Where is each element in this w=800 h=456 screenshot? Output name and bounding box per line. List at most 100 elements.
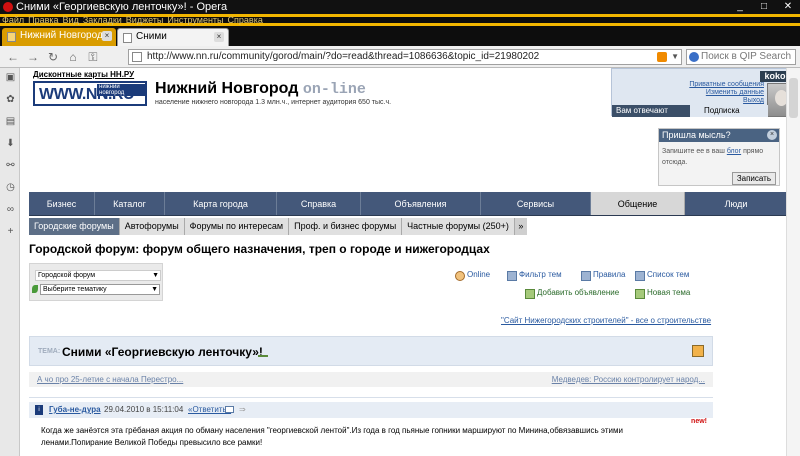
site-name: Нижний Новгород on-line <box>155 80 366 98</box>
tab-current-topic[interactable]: Сними 'Георгиевску... × <box>117 28 229 58</box>
forward-icon[interactable]: → <box>26 50 40 64</box>
menu-tools[interactable]: Инструменты <box>167 16 223 25</box>
bookmarks-panel-icon[interactable]: ▣ <box>5 72 16 83</box>
tab-auto-forums[interactable]: Автофорумы <box>119 218 185 235</box>
topic-list-link[interactable]: Список тем <box>635 270 689 281</box>
site-logo[interactable]: WWW.NN.RU нижний новгород <box>33 81 147 106</box>
notes-panel-icon[interactable]: ▤ <box>5 116 16 127</box>
idea-title: Пришла мысль? × <box>659 129 779 142</box>
tab-private-forums[interactable]: Частные форумы (250+) <box>402 218 515 235</box>
maximize-button[interactable]: □ <box>752 0 776 14</box>
chevron-down-icon[interactable]: ▼ <box>671 50 679 64</box>
url-text: http://www.nn.ru/community/gorod/main/?d… <box>147 51 540 62</box>
post-author[interactable]: Губа-не-дура <box>49 402 101 418</box>
minimize-button[interactable]: _ <box>728 0 752 14</box>
tab-close-icon[interactable]: × <box>102 31 112 41</box>
rank-icon: i <box>35 405 43 415</box>
address-toolbar: ← → ↻ ⌂ ⚿ http://www.nn.ru/community/gor… <box>0 46 800 68</box>
idea-text: Запишите ее в ваш блог прямо отсюда. <box>662 148 764 166</box>
history-panel-icon[interactable]: ◷ <box>5 182 16 193</box>
transfers-panel-icon[interactable]: ∞ <box>5 204 16 215</box>
post-meta: i Губа-не-дура 29.04.2010 в 15:11:04 «От… <box>29 402 713 418</box>
page-icon <box>123 33 132 43</box>
topic-header: ТЕМА: Сними «Георгиевскую ленточку»! <box>29 336 713 366</box>
tab-bar: Нижний Новгород О... × Сними 'Георгиевск… <box>0 26 800 58</box>
more-tabs-button[interactable]: » <box>514 218 527 235</box>
page-icon <box>132 52 142 62</box>
tab-close-icon[interactable]: × <box>214 32 224 42</box>
forum-select[interactable]: Городской форум ▼ <box>35 270 161 281</box>
nav-item[interactable]: Общение <box>591 192 685 215</box>
widgets-panel-icon[interactable]: ✿ <box>5 94 16 105</box>
reload-icon[interactable]: ↻ <box>46 50 60 64</box>
tab-business-forums[interactable]: Проф. и бизнес форумы <box>289 218 403 235</box>
people-icon <box>258 349 268 357</box>
filter-topics-link[interactable]: Фильтр тем <box>507 270 562 281</box>
main-nav: Бизнес Каталог Карта города Справка Объявлен… <box>29 192 788 216</box>
prev-topic-link[interactable]: А чо про 25-летие с начала Перестро... <box>37 372 183 387</box>
window-titlebar: Сними «Георгиевскую ленточку»! - Opera _… <box>0 0 800 14</box>
add-ad-link[interactable]: Добавить объявление <box>525 288 619 299</box>
nav-item[interactable]: Объявления <box>361 192 481 215</box>
blog-idea-box: Пришла мысль? × Запишите ее в ваш блог п… <box>658 128 780 186</box>
user-tabs: Вам отвечают Подписка <box>612 105 768 117</box>
search-engine-icon <box>689 52 699 62</box>
write-button[interactable]: Записать <box>731 172 776 185</box>
nav-item[interactable]: Карта города <box>165 192 277 215</box>
menu-file[interactable]: Файл <box>2 16 24 25</box>
home-icon[interactable]: ⌂ <box>66 50 80 64</box>
menu-help[interactable]: Справка <box>228 16 263 25</box>
nav-item[interactable]: Справка <box>277 192 361 215</box>
menu-widgets[interactable]: Виджеты <box>126 16 164 25</box>
blog-link[interactable]: блог <box>727 148 741 155</box>
private-messages-link[interactable]: Приватные сообщения <box>689 81 764 88</box>
builders-site-link[interactable]: "Сайт Нижегородских строителей" - все о … <box>501 316 711 325</box>
online-link[interactable]: Online <box>455 270 490 281</box>
web-page: Дисконтные карты НН.РУ WWW.NN.RU нижний … <box>21 68 800 456</box>
search-input[interactable]: Поиск в QIP Search <box>686 49 796 65</box>
post-body: Когда же занёэтся эта грёбаная акция по … <box>41 426 623 447</box>
topic-navigation: А чо про 25-летие с начала Перестро... М… <box>29 372 713 387</box>
nav-item[interactable]: Сервисы <box>481 192 591 215</box>
downloads-panel-icon[interactable]: ⬇ <box>5 138 16 149</box>
add-panel-icon[interactable]: + <box>5 226 16 237</box>
nav-item[interactable]: Бизнес <box>29 192 95 215</box>
key-icon[interactable]: ⚿ <box>86 50 100 64</box>
menu-view[interactable]: Вид <box>63 16 79 25</box>
close-button[interactable]: ✕ <box>776 0 800 14</box>
logo-tag: нижний новгород <box>97 84 145 96</box>
leaf-icon <box>32 285 38 293</box>
tab-answers[interactable]: Вам отвечают <box>612 105 690 117</box>
rules-link[interactable]: Правила <box>581 270 625 281</box>
menu-bar: Файл Правка Вид Закладки Виджеты Инструм… <box>0 14 800 26</box>
scrollbar-thumb[interactable] <box>789 78 798 118</box>
close-icon[interactable]: × <box>767 130 777 140</box>
page-scrollbar[interactable] <box>786 68 800 456</box>
topic-select[interactable]: Выберите тематику ▼ <box>40 284 160 295</box>
menu-edit[interactable]: Правка <box>28 16 58 25</box>
nav-item[interactable]: Люди <box>685 192 788 215</box>
home-icon[interactable] <box>692 345 704 357</box>
tab-interest-forums[interactable]: Форумы по интересам <box>184 218 290 235</box>
back-icon[interactable]: ← <box>6 50 20 64</box>
page-icon <box>7 32 16 42</box>
topic-label: ТЕМА: <box>38 348 61 355</box>
logout-link[interactable]: Выход <box>743 97 764 104</box>
next-topic-link[interactable]: Медведев: Россию контролирует народ... <box>552 372 705 387</box>
mail-icon[interactable] <box>225 406 234 413</box>
rss-icon[interactable] <box>657 52 667 62</box>
post-date: 29.04.2010 в 15:11:04 <box>104 405 184 414</box>
links-panel-icon[interactable]: ⚯ <box>5 160 16 171</box>
window-controls: _ □ ✕ <box>728 0 800 14</box>
forward-icon[interactable]: ⇒ <box>239 402 246 418</box>
edit-profile-link[interactable]: Изменить данные <box>706 89 764 96</box>
url-input[interactable]: http://www.nn.ru/community/gorod/main/?d… <box>128 49 682 65</box>
menu-bookmarks[interactable]: Закладки <box>83 16 122 25</box>
discount-cards-link[interactable]: Дисконтные карты НН.РУ <box>33 70 134 79</box>
topic-title: Сними «Георгиевскую ленточку»! <box>62 345 263 359</box>
tab-nn-home[interactable]: Нижний Новгород О... × <box>2 28 116 57</box>
tab-city-forums[interactable]: Городские форумы <box>29 218 120 235</box>
new-topic-link[interactable]: Новая тема <box>635 288 690 299</box>
nav-item[interactable]: Каталог <box>95 192 165 215</box>
tab-subscription[interactable]: Подписка <box>690 105 768 117</box>
